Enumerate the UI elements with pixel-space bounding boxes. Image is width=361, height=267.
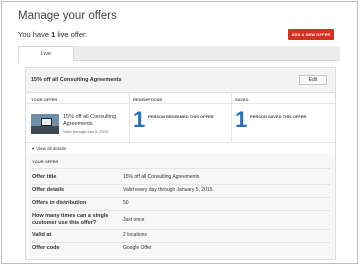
redemptions-label: PERSON REDEEMED THIS OFFER (148, 114, 214, 119)
tab-bar: Live (18, 46, 340, 61)
detail-label-offer-details: Offer details (32, 187, 65, 193)
detail-value-uses-per-customer: Just once (123, 217, 145, 223)
view-all-details-toggle[interactable]: ▼ View all details (31, 146, 66, 151)
detail-value-offer-code: Google Offer (123, 245, 152, 251)
details-row-divider (32, 210, 330, 211)
details-row-divider (32, 168, 330, 169)
detail-label-valid-at: Valid at (32, 232, 52, 238)
tab-live[interactable]: Live (18, 46, 74, 61)
detail-label-offers-in-distribution: Offers in distribution (32, 200, 87, 206)
detail-value-valid-at: 2 locations (123, 232, 147, 238)
detail-label-uses-per-customer: How many times can a single customer use… (32, 213, 109, 226)
detail-value-offer-details: Valid every day through January 5, 2015. (123, 187, 214, 193)
page-title: Manage your offers (18, 10, 117, 22)
column-header-redemptions: REDEMPTIONS (133, 97, 163, 102)
details-row-divider (32, 229, 330, 230)
column-divider-2 (231, 92, 232, 142)
live-summary-suffix: live offer. (55, 30, 88, 39)
detail-label-offer-code: Offer code (32, 245, 60, 251)
add-new-offer-button[interactable]: ADD A NEW OFFER (288, 29, 334, 40)
offer-thumbnail (31, 114, 59, 134)
redemptions-count: 1 (133, 107, 146, 132)
details-row-divider (32, 242, 330, 243)
details-section-label: YOUR OFFER (32, 159, 59, 164)
offer-valid-through: Valid through Jan 5, 2015 (63, 129, 109, 134)
detail-value-offers-in-distribution: 50 (123, 200, 129, 206)
offer-header-title: 15% off all Consulting Agreements (31, 77, 122, 83)
detail-label-offer-title: Offer title (32, 174, 57, 180)
offer-panel: 15% off all Consulting Agreements Edit Y… (25, 67, 336, 260)
offers-frame: Manage your offers You have 1 live offer… (1, 1, 358, 264)
live-summary-prefix: You have (18, 30, 52, 39)
chevron-down-icon: ▼ (31, 146, 35, 151)
live-offer-summary: You have 1 live offer. (18, 30, 87, 39)
detail-value-offer-title: 15% off all Consulting Agreements (123, 174, 200, 180)
offer-panel-header: 15% off all Consulting Agreements Edit (26, 68, 335, 93)
offer-name: 15% off all Consulting Agreements (63, 114, 117, 127)
saved-label: PERSON SAVED THIS OFFER (250, 114, 307, 119)
saved-count: 1 (235, 107, 248, 132)
edit-button[interactable]: Edit (299, 75, 327, 85)
view-all-details-label: View all details (36, 146, 66, 151)
column-header-divider (26, 103, 335, 104)
column-header-saved: SAVED (235, 97, 249, 102)
column-header-your-offer: YOUR OFFER (31, 97, 58, 102)
column-divider-1 (129, 92, 130, 142)
details-row-divider (32, 184, 330, 185)
details-row-divider (32, 197, 330, 198)
summary-divider (26, 142, 335, 143)
